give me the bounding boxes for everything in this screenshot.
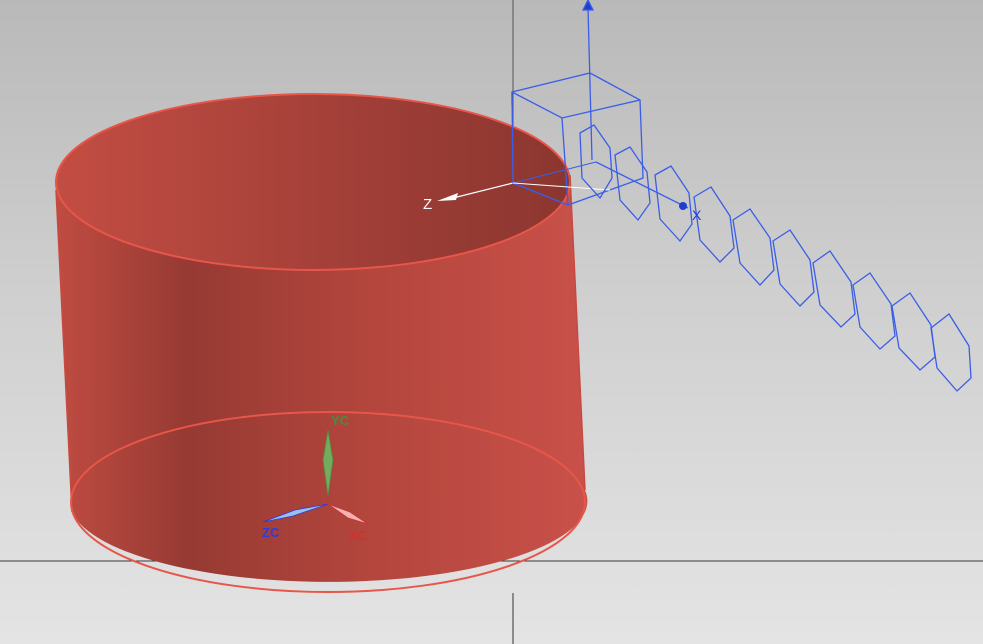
- scene-canvas[interactable]: [0, 0, 983, 644]
- wireframe-assembly[interactable]: [511, 0, 972, 392]
- wcs-y-label: YC: [331, 413, 350, 428]
- y-axis-line: [587, 7, 593, 161]
- graphics-viewport[interactable]: Z X YC ZC XC: [0, 0, 983, 644]
- cylinder-top-face: [55, 93, 571, 271]
- wcs-x-label: XC: [349, 528, 368, 543]
- x-axis-label: X: [692, 207, 702, 223]
- cylinder-body[interactable]: [55, 93, 588, 593]
- wcs-z-label: ZC: [262, 525, 280, 540]
- z-axis-label: Z: [423, 196, 433, 213]
